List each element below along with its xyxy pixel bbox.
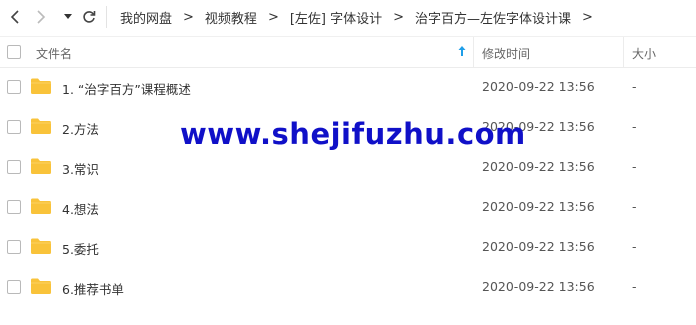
folder-icon (31, 118, 51, 134)
column-divider[interactable] (473, 37, 474, 67)
column-divider[interactable] (623, 37, 624, 67)
file-row[interactable]: 6.推荐书单 2020-09-22 13:56 - (0, 267, 696, 307)
file-size: - (632, 279, 637, 294)
file-modified-time: 2020-09-22 13:56 (482, 79, 595, 94)
file-row[interactable]: 4.想法 2020-09-22 13:56 - (0, 187, 696, 227)
row-checkbox[interactable] (7, 160, 21, 174)
breadcrumb-item-current-folder[interactable]: 治字百方—左佐字体设计课 (415, 8, 571, 27)
breadcrumb-item-my-drive[interactable]: 我的网盘 (120, 8, 172, 27)
file-size: - (632, 159, 637, 174)
breadcrumb-item-font-design[interactable]: [左佐] 字体设计 (290, 8, 382, 27)
watermark: www.shejifuzhu.com (180, 117, 526, 151)
breadcrumb: 我的网盘 > 视频教程 > [左佐] 字体设计 > 治字百方—左佐字体设计课 > (120, 0, 604, 34)
row-checkbox[interactable] (7, 120, 21, 134)
file-name[interactable]: 4.想法 (62, 199, 99, 218)
file-modified-time: 2020-09-22 13:56 (482, 159, 595, 174)
file-name[interactable]: 6.推荐书单 (62, 279, 124, 298)
file-size: - (632, 199, 637, 214)
file-size: - (632, 119, 637, 134)
file-row[interactable]: 3.常识 2020-09-22 13:56 - (0, 147, 696, 187)
forward-button[interactable] (30, 0, 52, 34)
caret-down-icon (64, 14, 72, 19)
chevron-right-icon (37, 10, 46, 24)
column-header-modified[interactable]: 修改时间 (482, 45, 530, 62)
folder-icon (31, 278, 51, 294)
sort-arrow-up-icon[interactable] (458, 45, 466, 60)
breadcrumb-separator: > (183, 9, 194, 25)
file-name[interactable]: 2.方法 (62, 119, 99, 138)
row-checkbox[interactable] (7, 200, 21, 214)
file-name[interactable]: 1. “治字百方”课程概述 (62, 79, 191, 98)
row-checkbox[interactable] (7, 240, 21, 254)
back-button[interactable] (4, 0, 26, 34)
folder-icon (31, 158, 51, 174)
file-modified-time: 2020-09-22 13:56 (482, 239, 595, 254)
refresh-icon (83, 11, 96, 23)
file-row[interactable]: 1. “治字百方”课程概述 2020-09-22 13:56 - (0, 67, 696, 107)
row-checkbox[interactable] (7, 80, 21, 94)
file-size: - (632, 239, 637, 254)
file-size: - (632, 79, 637, 94)
breadcrumb-item-video-tutorials[interactable]: 视频教程 (205, 8, 257, 27)
toolbar-divider (106, 6, 107, 28)
column-header-name[interactable]: 文件名 (36, 45, 72, 62)
toolbar: 我的网盘 > 视频教程 > [左佐] 字体设计 > 治字百方—左佐字体设计课 > (0, 0, 696, 34)
file-row[interactable]: 5.委托 2020-09-22 13:56 - (0, 227, 696, 267)
file-list-header: 文件名 修改时间 大小 (0, 36, 696, 68)
refresh-button[interactable] (78, 0, 100, 34)
column-header-size[interactable]: 大小 (632, 45, 656, 62)
folder-icon (31, 198, 51, 214)
folder-icon (31, 238, 51, 254)
breadcrumb-separator: > (267, 9, 279, 25)
file-name[interactable]: 5.委托 (62, 239, 99, 258)
file-name[interactable]: 3.常识 (62, 159, 99, 178)
breadcrumb-separator: > (582, 9, 593, 25)
breadcrumb-separator: > (393, 9, 405, 25)
history-dropdown-button[interactable] (60, 0, 76, 34)
select-all-checkbox[interactable] (7, 45, 21, 59)
chevron-left-icon (10, 10, 19, 24)
file-modified-time: 2020-09-22 13:56 (482, 199, 595, 214)
file-modified-time: 2020-09-22 13:56 (482, 279, 595, 294)
row-checkbox[interactable] (7, 280, 21, 294)
folder-icon (31, 78, 51, 94)
